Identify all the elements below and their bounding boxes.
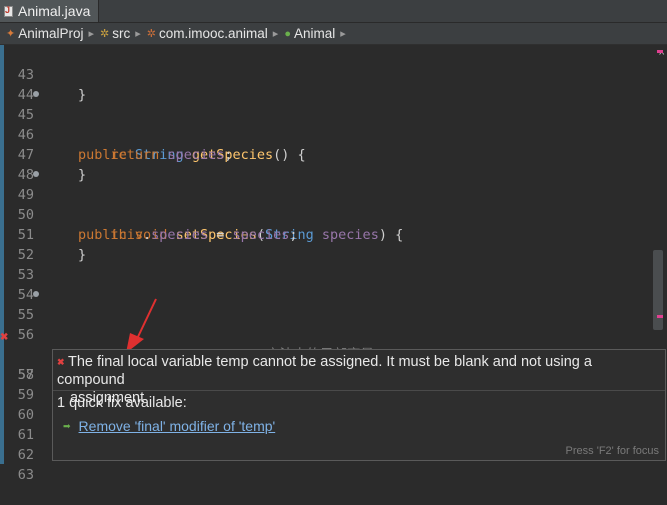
code-line: 44 bbox=[0, 65, 660, 103]
code-line: 48 bbox=[0, 145, 660, 183]
chevron-right-icon: ▸ bbox=[272, 28, 279, 40]
breadcrumb-item-src[interactable]: ✲ src bbox=[100, 26, 130, 41]
breadcrumb-item-package[interactable]: ✲ com.imooc.animal bbox=[147, 26, 268, 41]
source-folder-icon: ✲ bbox=[100, 28, 110, 40]
code-line: 45 public String getSpecies() { bbox=[0, 85, 660, 163]
editor-tab-bar: Animal.java bbox=[0, 0, 667, 23]
package-icon: ✲ bbox=[146, 28, 156, 40]
quick-fix-icon: ➡ bbox=[63, 420, 71, 431]
breadcrumb-item-project[interactable]: ✦ AnimalProj bbox=[6, 26, 84, 41]
code-line: 46 return species; bbox=[0, 105, 660, 163]
quick-fix-item[interactable]: ➡ Remove 'final' modifier of 'temp' bbox=[63, 418, 275, 434]
code-line: 49 public void setSpecies(String species… bbox=[0, 165, 660, 243]
annotation-arrow-icon bbox=[126, 298, 157, 353]
code-line: 47 } bbox=[0, 125, 660, 183]
code-line: 56 final int temp=10;//方法内的局部变量 bbox=[0, 305, 660, 363]
scrollbar-thumb[interactable] bbox=[653, 250, 663, 330]
chevron-right-icon: ▸ bbox=[135, 28, 141, 40]
code-line: 55 public void eat() { bbox=[0, 285, 660, 363]
breadcrumb-label: Animal bbox=[293, 26, 336, 41]
quick-fix-count: 1 quick fix available: bbox=[57, 395, 187, 411]
divider bbox=[53, 390, 665, 391]
breadcrumb: ✦ AnimalProj ▸ ✲ src ▸ ✲ com.imooc.anima… bbox=[0, 23, 667, 45]
breadcrumb-label: com.imooc.animal bbox=[159, 26, 268, 41]
chevron-right-icon: ▸ bbox=[88, 28, 95, 40]
breadcrumb-label: AnimalProj bbox=[18, 26, 84, 41]
line-number: 63 bbox=[17, 467, 34, 483]
code-line: 53 bbox=[0, 245, 660, 283]
tab-animal-java[interactable]: Animal.java bbox=[0, 0, 100, 22]
error-message-line1: The final local variable temp cannot be … bbox=[57, 354, 592, 388]
class-icon: ● bbox=[284, 27, 291, 40]
tab-title: Animal.java bbox=[18, 3, 91, 19]
java-file-icon bbox=[4, 5, 14, 17]
code-line: 52 bbox=[0, 225, 660, 263]
popup-footer-hint: Press 'F2' for focus bbox=[565, 445, 659, 457]
breadcrumb-label: src bbox=[112, 26, 131, 41]
fold-marker-icon[interactable] bbox=[33, 291, 39, 297]
code-line: 43 } bbox=[0, 45, 660, 103]
code-line: 51 } bbox=[0, 205, 660, 263]
overview-error-mark[interactable] bbox=[657, 315, 663, 318]
error-marker-icon[interactable]: ✖ bbox=[0, 328, 8, 343]
project-icon: ✦ bbox=[6, 28, 16, 40]
code-line: 54 bbox=[0, 265, 660, 303]
code-line: ✖ 57 temp=12; bbox=[0, 325, 660, 403]
breadcrumb-item-class[interactable]: ● Animal bbox=[284, 26, 335, 41]
overview-error-mark[interactable] bbox=[657, 50, 663, 53]
fold-marker-icon[interactable] bbox=[33, 91, 39, 97]
error-icon: ✖ bbox=[57, 357, 65, 367]
code-line: 50 this.species = species; bbox=[0, 185, 660, 243]
chevron-right-icon: ▸ bbox=[340, 28, 346, 40]
quick-fix-link[interactable]: Remove 'final' modifier of 'temp' bbox=[79, 418, 276, 434]
quick-fix-popup: ✖ The final local variable temp cannot be… bbox=[52, 349, 666, 461]
fold-marker-icon[interactable] bbox=[33, 171, 39, 177]
